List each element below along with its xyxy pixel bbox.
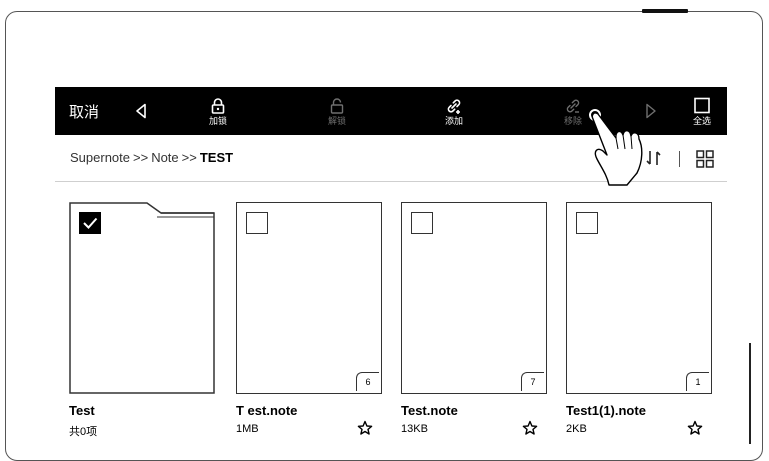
file-item-note[interactable]: 1 [566, 202, 712, 394]
item-checkbox[interactable] [246, 212, 268, 234]
checkbox-icon [694, 97, 710, 113]
breadcrumb: Supernote >> Note >> TEST [70, 150, 233, 165]
star-icon[interactable] [687, 420, 703, 436]
cancel-button[interactable]: 取消 [69, 87, 99, 135]
device-button [642, 9, 688, 13]
breadcrumb-current: TEST [199, 150, 234, 165]
page-count-badge: 6 [356, 372, 379, 391]
cancel-label: 取消 [69, 103, 100, 121]
unlock-button[interactable]: 解锁 [320, 87, 354, 135]
triangle-left-icon [136, 103, 146, 119]
file-name: T est.note [236, 403, 298, 418]
back-button[interactable] [131, 87, 151, 135]
breadcrumb-segment[interactable]: Note [151, 150, 178, 165]
breadcrumb-separator: >> [133, 150, 149, 165]
file-item-note[interactable]: 6 [236, 202, 382, 394]
file-size: 1MB [236, 423, 259, 435]
star-icon[interactable] [357, 420, 373, 436]
select-all-label: 全选 [692, 115, 711, 126]
item-checkbox[interactable] [576, 212, 598, 234]
lock-button[interactable]: 加锁 [201, 87, 235, 135]
divider [679, 151, 680, 167]
add-label: 添加 [444, 115, 463, 126]
file-size: 13KB [401, 423, 428, 435]
scrollbar[interactable] [749, 343, 751, 444]
item-checkbox[interactable] [79, 212, 101, 234]
unlock-icon [330, 97, 344, 114]
file-meta: 共0项 [69, 426, 98, 438]
breadcrumb-separator: >> [181, 150, 197, 165]
file-item-note[interactable]: 7 [401, 202, 547, 394]
pointing-hand-icon [589, 109, 643, 186]
file-name: Test [69, 403, 95, 418]
star-icon[interactable] [522, 420, 538, 436]
breadcrumb-segment[interactable]: Supernote [70, 150, 130, 165]
file-name: Test1(1).note [566, 403, 646, 418]
add-button[interactable]: 添加 [437, 87, 471, 135]
add-link-icon [447, 98, 461, 114]
page-count-badge: 1 [686, 372, 709, 391]
remove-link-icon [566, 99, 580, 113]
file-item-folder[interactable] [69, 202, 215, 394]
remove-label: 移除 [563, 115, 582, 126]
unlock-label: 解锁 [327, 115, 346, 126]
page-count-badge: 7 [521, 372, 544, 391]
lock-label: 加锁 [208, 115, 227, 126]
grid-view-icon[interactable] [696, 150, 714, 168]
file-size: 2KB [566, 423, 587, 435]
file-name: Test.note [401, 403, 458, 418]
lock-icon [211, 97, 225, 114]
item-checkbox[interactable] [411, 212, 433, 234]
check-icon [83, 217, 98, 229]
select-all-button[interactable]: 全选 [685, 87, 719, 135]
